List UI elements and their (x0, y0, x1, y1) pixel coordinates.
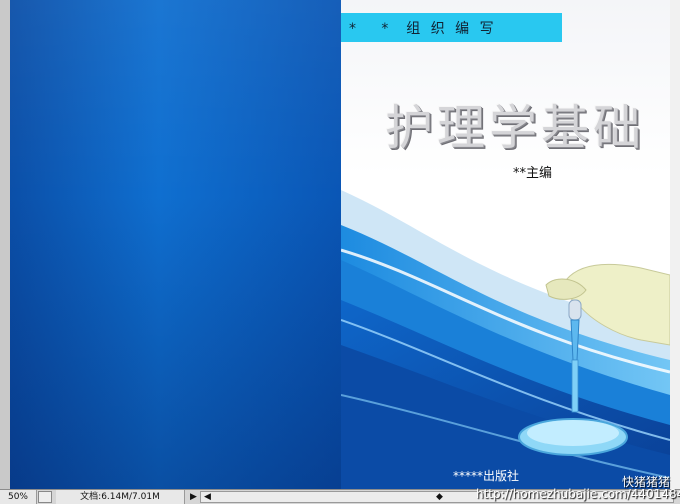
scroll-left-arrow-icon[interactable]: ◀ (204, 490, 211, 504)
editor-credit: **主编 (513, 166, 553, 181)
page-edge-left (0, 0, 10, 489)
status-info-button[interactable] (38, 491, 52, 503)
publisher-name: *****出版社 (453, 469, 520, 483)
watermark-url: http://homezhubajie.com/4401484/ (476, 487, 680, 501)
organization-text: * * 组 织 编 写 (349, 21, 497, 37)
front-cover: * * 组 织 编 写 护理学基础 **主编 *****出版社 (341, 0, 670, 489)
status-menu-arrow-icon[interactable]: ▶ (190, 490, 197, 504)
blue-wave-graphic (341, 190, 670, 489)
page-edge-right (670, 0, 680, 489)
document-canvas: * * 组 织 编 写 护理学基础 **主编 *****出版社 (0, 0, 680, 489)
back-cover-blue (10, 0, 341, 489)
zoom-level-field[interactable]: 50% (0, 490, 37, 504)
document-size-info: 文档:6.14M/7.01M (56, 490, 185, 504)
scroll-thumb[interactable]: ◆ (436, 490, 443, 504)
book-title: 护理学基础 (385, 100, 646, 156)
